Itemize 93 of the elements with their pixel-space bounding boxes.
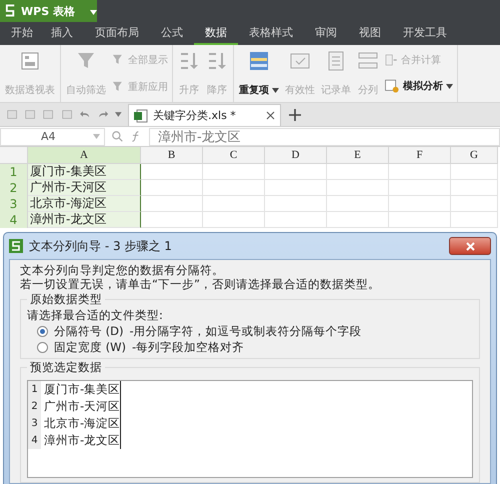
table-cell [203, 180, 265, 196]
menu-tab[interactable]: 审阅 [304, 22, 348, 45]
table-cell [327, 212, 389, 228]
table-cell [327, 196, 389, 212]
table-cell [203, 164, 265, 180]
table-cell [327, 164, 389, 180]
row-number: 4 [28, 432, 41, 449]
add-tab-icon[interactable] [289, 109, 301, 121]
spreadsheet-file-icon [134, 108, 148, 122]
table-cell [389, 180, 451, 196]
column-header[interactable]: D [265, 147, 327, 164]
preview-text: 漳州市-龙文区 [41, 432, 121, 449]
row-header[interactable]: 1 [0, 164, 28, 180]
zoom-icon [111, 130, 124, 143]
caret-icon [272, 88, 279, 92]
close-button[interactable] [449, 237, 491, 255]
close-icon[interactable] [266, 111, 275, 120]
column-header[interactable]: E [327, 147, 389, 164]
table-cell [389, 196, 451, 212]
message-text: 文本分列向导判定您的数据有分隔符。 [20, 263, 225, 277]
table-cell [203, 196, 265, 212]
radio-button[interactable] [37, 342, 48, 352]
row-number: 3 [28, 415, 41, 432]
group-title: 预览选定数据 [27, 360, 105, 375]
table-cell [327, 180, 389, 196]
app-menu-button[interactable]: WPS 表格 [0, 0, 97, 22]
table-cell [389, 164, 451, 180]
table-cell [265, 164, 327, 180]
close-icon [466, 242, 474, 250]
table-cell [265, 196, 327, 212]
menu-tab[interactable]: 视图 [348, 22, 392, 45]
name-box[interactable]: A4 [0, 128, 105, 146]
message-text: 若一切设置无误，请单击“下一步”，否则请选择最合适的数据类型。 [20, 277, 381, 291]
column-header[interactable]: A [28, 147, 141, 164]
column-header[interactable]: C [203, 147, 265, 164]
dialog-title: 文本分列向导 - 3 步骤之 1 [29, 238, 172, 254]
row-header[interactable]: 4 [0, 212, 28, 228]
row-number: 1 [28, 381, 41, 398]
preview-text: 广州市-天河区 [41, 398, 121, 415]
menu-tab[interactable]: 公式 [150, 22, 194, 45]
table-cell [203, 212, 265, 228]
table-cell [141, 164, 203, 180]
table-cell [265, 212, 327, 228]
table-cell [389, 212, 451, 228]
table-cell [451, 164, 498, 180]
sort-ascending-icon [178, 50, 200, 72]
option-description: -用分隔字符，如逗号或制表符分隔每个字段 [129, 324, 362, 338]
document-tab[interactable]: 关键字分类.xls * [128, 104, 281, 126]
table-cell: 北京市-海淀区 [28, 196, 141, 212]
column-header[interactable]: F [389, 147, 451, 164]
menu-tab[interactable]: 插入 [40, 22, 84, 45]
ribbon-button[interactable]: 模拟分析 [384, 78, 453, 94]
table-cell: 厦门市-集美区 [28, 164, 141, 180]
formula-field[interactable]: 漳州市-龙文区 [149, 128, 500, 146]
row-header[interactable]: 2 [0, 180, 28, 196]
table-cell [265, 180, 327, 196]
prompt-text: 请选择最合适的文件类型: [27, 308, 164, 322]
merge-calculate-icon [384, 52, 398, 67]
table-cell [141, 212, 203, 228]
caret-icon [93, 134, 100, 139]
group-title: 原始数据类型 [27, 292, 105, 307]
ribbon-button[interactable]: 重复项 [238, 47, 280, 100]
caret-icon [115, 112, 122, 116]
preview-text: 北京市-海淀区 [41, 415, 121, 432]
table-cell [451, 180, 498, 196]
app-logo-icon [9, 239, 23, 253]
preview-text: 厦门市-集美区 [41, 381, 121, 398]
caret-icon [446, 84, 453, 89]
row-number: 2 [28, 398, 41, 415]
menu-tab[interactable]: 开发工具 [392, 22, 458, 45]
column-header[interactable]: B [141, 147, 203, 164]
option-description: -每列字段加空格对齐 [132, 340, 244, 354]
sort-descending-icon [206, 50, 228, 72]
menu-tab[interactable]: 开始 [4, 22, 40, 45]
app-logo-icon [5, 4, 16, 18]
table-cell [141, 196, 203, 212]
table-cell [451, 212, 498, 228]
caret-icon [90, 10, 97, 14]
pivot-table-icon [19, 50, 41, 72]
table-cell [451, 196, 498, 212]
table-icon [248, 50, 270, 72]
radio-label[interactable]: 分隔符号 (D) [54, 324, 124, 338]
radio-label[interactable]: 固定宽度 (W) [54, 340, 126, 354]
menu-tab[interactable]: 页面布局 [84, 22, 150, 45]
row-header[interactable]: 3 [0, 196, 28, 212]
table-cell: 漳州市-龙文区 [28, 212, 141, 228]
menu-tab[interactable]: 表格样式 [238, 22, 304, 45]
what-if-analysis-icon [384, 78, 400, 94]
app-title: WPS 表格 [21, 4, 75, 18]
table-cell: 广州市-天河区 [28, 180, 141, 196]
radio-button[interactable] [37, 326, 48, 336]
table-cell [141, 180, 203, 196]
column-header[interactable]: G [451, 147, 498, 164]
